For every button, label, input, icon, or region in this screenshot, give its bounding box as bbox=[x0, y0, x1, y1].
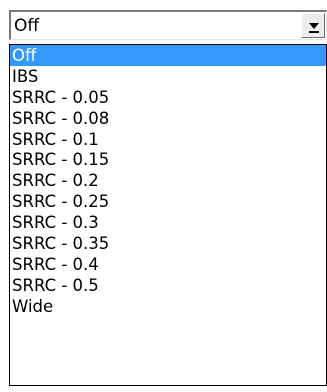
list-item-wide[interactable]: Wide bbox=[10, 296, 326, 317]
selected-value: Off bbox=[14, 16, 40, 36]
dropdown-button[interactable] bbox=[301, 13, 325, 38]
list-item-off[interactable]: Off bbox=[10, 45, 326, 66]
list-item-srrc-0-1[interactable]: SRRC - 0.1 bbox=[10, 129, 326, 150]
list-item-srrc-0-3[interactable]: SRRC - 0.3 bbox=[10, 212, 326, 233]
chevron-bar bbox=[309, 31, 319, 33]
list-item-srrc-0-08[interactable]: SRRC - 0.08 bbox=[10, 108, 326, 129]
list-item-srrc-0-35[interactable]: SRRC - 0.35 bbox=[10, 233, 326, 254]
list-item-srrc-0-05[interactable]: SRRC - 0.05 bbox=[10, 87, 326, 108]
list-item-srrc-0-15[interactable]: SRRC - 0.15 bbox=[10, 149, 326, 170]
dropdown-list[interactable]: Off IBS SRRC - 0.05 SRRC - 0.08 SRRC - 0… bbox=[9, 44, 327, 386]
list-item-srrc-0-4[interactable]: SRRC - 0.4 bbox=[10, 254, 326, 275]
list-item-srrc-0-5[interactable]: SRRC - 0.5 bbox=[10, 275, 326, 296]
filter-select[interactable]: Off bbox=[9, 10, 327, 40]
list-item-ibs[interactable]: IBS bbox=[10, 66, 326, 87]
list-item-srrc-0-25[interactable]: SRRC - 0.25 bbox=[10, 191, 326, 212]
chevron-down-icon bbox=[309, 23, 319, 29]
list-item-srrc-0-2[interactable]: SRRC - 0.2 bbox=[10, 170, 326, 191]
